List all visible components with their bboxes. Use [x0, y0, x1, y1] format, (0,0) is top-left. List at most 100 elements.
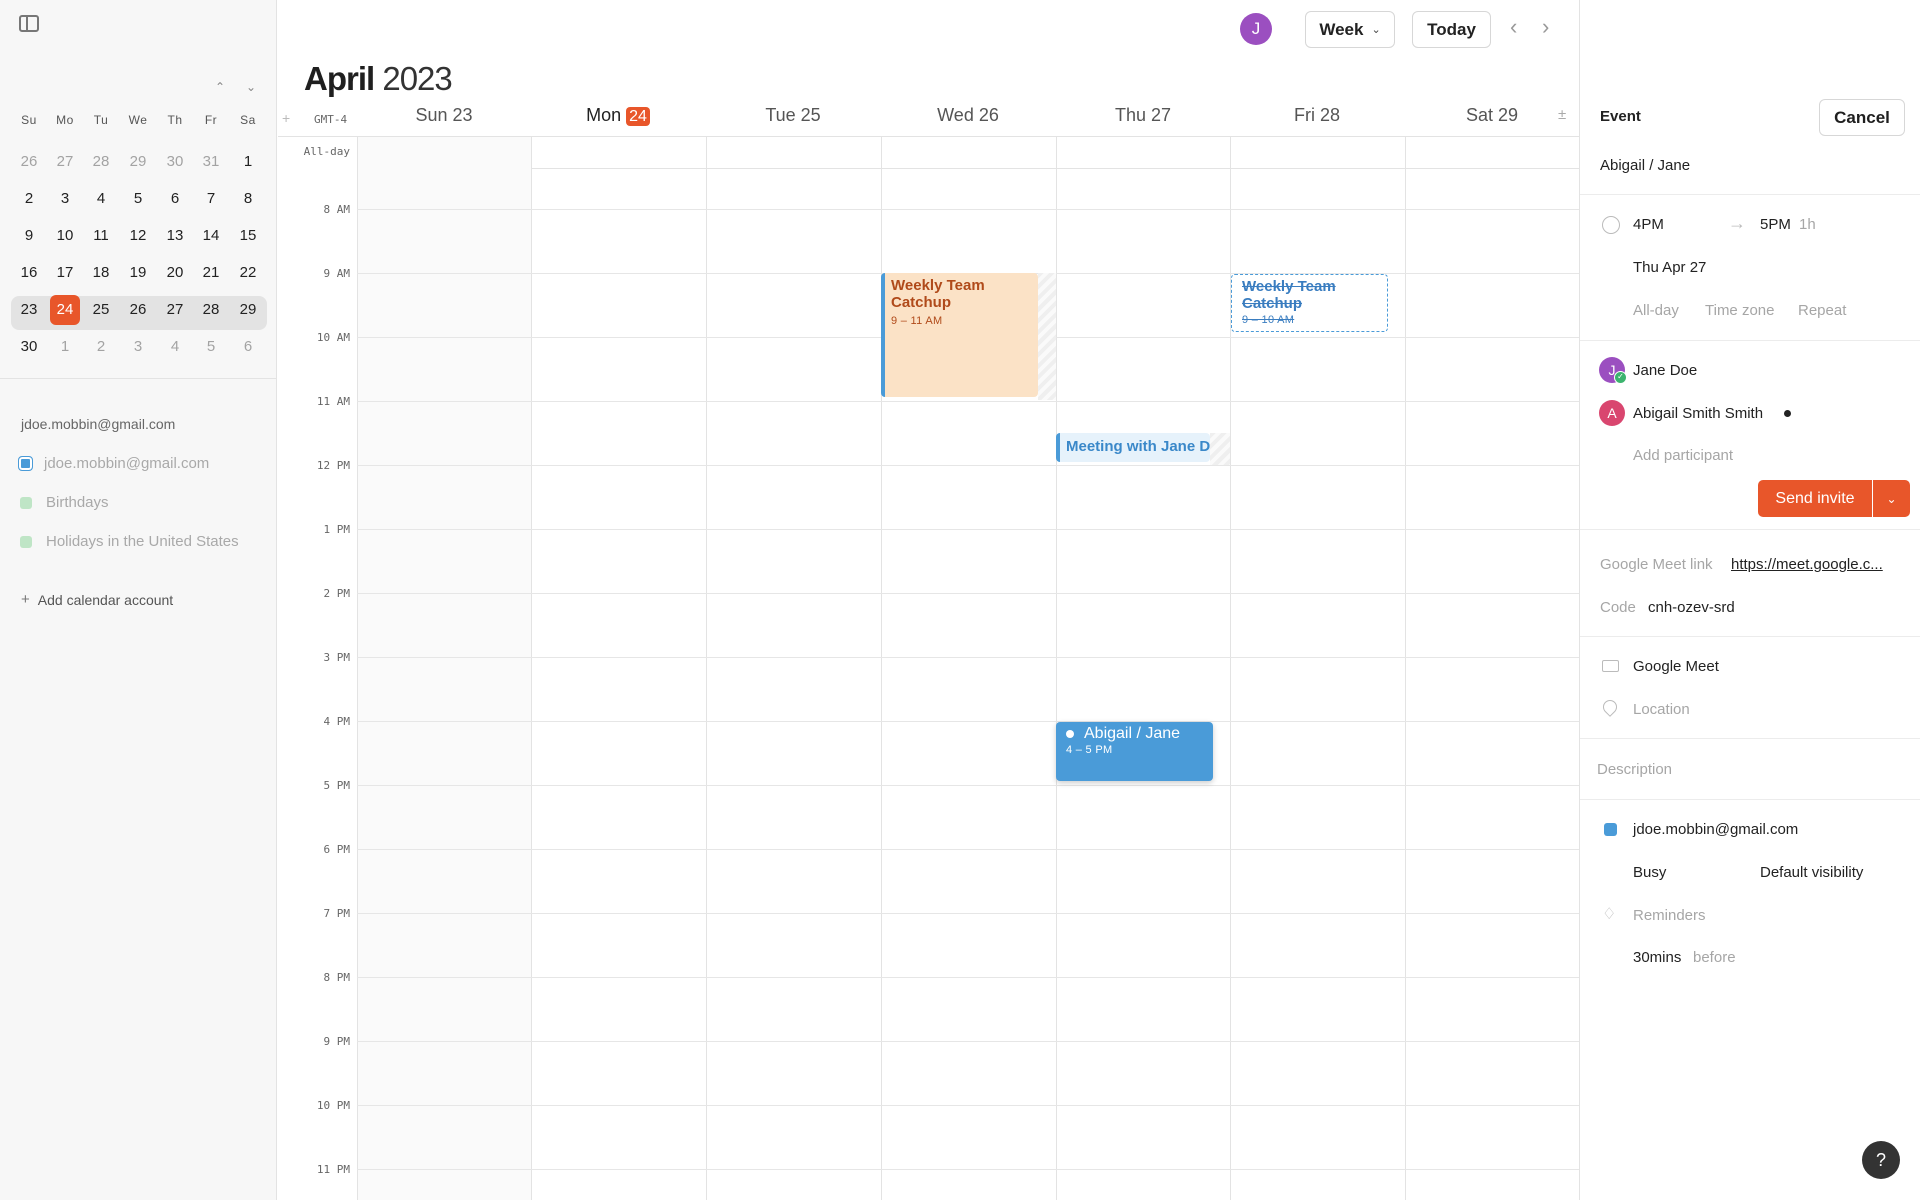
mini-calendar-day[interactable]: 6 — [233, 332, 263, 362]
start-time[interactable]: 4PM — [1633, 216, 1664, 233]
mini-calendar-day[interactable]: 12 — [123, 221, 153, 251]
mini-calendar-day[interactable]: 23 — [14, 295, 44, 325]
mini-calendar-day[interactable]: 2 — [86, 332, 116, 362]
mini-calendar-day[interactable]: 10 — [50, 221, 80, 251]
calendar-item-holidays[interactable]: Holidays in the United States — [18, 533, 239, 550]
mini-calendar-day[interactable]: 29 — [233, 295, 263, 325]
mini-calendar-day[interactable]: 11 — [86, 221, 116, 251]
user-avatar[interactable]: J — [1240, 13, 1272, 45]
mini-calendar-day[interactable]: 4 — [160, 332, 190, 362]
help-button[interactable]: ? — [1862, 1141, 1900, 1179]
previous-week-icon[interactable]: ‹ — [1510, 14, 1517, 40]
mini-calendar-day[interactable]: 29 — [123, 147, 153, 177]
rss-icon[interactable] — [20, 496, 32, 509]
today-button[interactable]: Today — [1412, 11, 1491, 48]
event-weekly-team-catchup-wed[interactable]: Weekly Team Catchup 9 – 11 AM — [881, 273, 1038, 397]
day-header-thu[interactable]: Thu 27 — [1056, 105, 1230, 126]
end-time[interactable]: 5PM — [1760, 216, 1791, 233]
cancel-button-label: Cancel — [1834, 107, 1890, 127]
mini-calendar-day[interactable]: 5 — [196, 332, 226, 362]
mini-calendar-day[interactable]: 3 — [50, 184, 80, 214]
hour-label: 4 PM — [323, 715, 351, 728]
mini-calendar-day[interactable]: 26 — [14, 147, 44, 177]
mini-calendar-day[interactable]: 17 — [50, 258, 80, 288]
mini-calendar-day[interactable]: 13 — [160, 221, 190, 251]
calendar-item-birthdays[interactable]: Birthdays — [18, 494, 109, 511]
meet-link[interactable]: https://meet.google.c... — [1731, 556, 1883, 573]
repeat-button[interactable]: Repeat — [1798, 302, 1846, 319]
send-invite-button[interactable]: Send invite — [1758, 480, 1872, 517]
event-title: Abigail / Jane — [1084, 725, 1181, 742]
event-meeting-with-jane[interactable]: Meeting with Jane D — [1056, 433, 1210, 462]
expand-icon[interactable]: ± — [1558, 106, 1566, 123]
reminder-value[interactable]: 30mins — [1633, 949, 1681, 966]
mini-calendar-day[interactable]: 30 — [160, 147, 190, 177]
mini-calendar-day[interactable]: 27 — [50, 147, 80, 177]
view-selector[interactable]: Week ⌄ — [1305, 11, 1395, 48]
description-input[interactable]: Description — [1597, 761, 1672, 778]
event-date[interactable]: Thu Apr 27 — [1633, 259, 1706, 276]
mini-calendar-day[interactable]: 15 — [233, 221, 263, 251]
chevron-down-icon[interactable]: ⌄ — [246, 80, 256, 94]
day-header-sun[interactable]: Sun 23 — [357, 105, 531, 126]
chevron-up-icon[interactable]: ⌃ — [215, 80, 225, 94]
day-header-fri[interactable]: Fri 28 — [1230, 105, 1404, 126]
hour-label: 6 PM — [323, 843, 351, 856]
reminders-label[interactable]: Reminders — [1633, 907, 1706, 924]
visibility-select[interactable]: Default visibility — [1760, 864, 1863, 881]
next-week-icon[interactable]: › — [1542, 14, 1549, 40]
event-title-input[interactable]: Abigail / Jane — [1600, 157, 1690, 174]
mini-calendar-day[interactable]: 16 — [14, 258, 44, 288]
busy-status[interactable]: Busy — [1633, 864, 1666, 881]
mini-calendar-day[interactable]: 3 — [123, 332, 153, 362]
mini-calendar-day[interactable]: 5 — [123, 184, 153, 214]
day-header-wed[interactable]: Wed 26 — [881, 105, 1055, 126]
mini-calendar-day[interactable]: 8 — [233, 184, 263, 214]
mini-calendar-day[interactable]: 1 — [233, 147, 263, 177]
event-abigail-jane[interactable]: Abigail / Jane 4 – 5 PM — [1056, 722, 1213, 781]
duration: 1h — [1799, 216, 1816, 233]
mini-calendar-day[interactable]: 2 — [14, 184, 44, 214]
mini-calendar-day[interactable]: 4 — [86, 184, 116, 214]
event-time: 4 – 5 PM — [1066, 744, 1113, 756]
mini-calendar-day[interactable]: 6 — [160, 184, 190, 214]
mini-calendar-day[interactable]: 25 — [86, 295, 116, 325]
mini-calendar-day[interactable]: 20 — [160, 258, 190, 288]
mini-calendar-day[interactable]: 7 — [196, 184, 226, 214]
mini-calendar-day[interactable]: 28 — [86, 147, 116, 177]
cancel-button[interactable]: Cancel — [1819, 99, 1905, 136]
today-button-label: Today — [1427, 19, 1476, 39]
mini-calendar-day[interactable]: 24 — [50, 295, 80, 325]
day-header-mon[interactable]: Mon 24 — [531, 105, 705, 126]
hour-line — [357, 977, 1579, 978]
allday-toggle[interactable]: All-day — [1633, 302, 1679, 319]
conference-type[interactable]: Google Meet — [1633, 658, 1719, 675]
mini-calendar-day[interactable]: 31 — [196, 147, 226, 177]
mini-calendar-day[interactable]: 28 — [196, 295, 226, 325]
mini-calendar-day[interactable]: 9 — [14, 221, 44, 251]
add-timezone-icon[interactable]: + — [282, 110, 290, 126]
send-invite-options-button[interactable]: ⌄ — [1873, 480, 1910, 517]
mini-calendar-day[interactable]: 14 — [196, 221, 226, 251]
day-header-tue[interactable]: Tue 25 — [706, 105, 880, 126]
sidebar-toggle-icon[interactable] — [19, 15, 39, 32]
calendar-color-swatch[interactable] — [18, 456, 33, 471]
rss-icon[interactable] — [20, 535, 32, 548]
mini-calendar-day[interactable]: 30 — [14, 332, 44, 362]
add-calendar-account-button[interactable]: + Add calendar account — [21, 591, 173, 608]
mini-calendar-day[interactable]: 26 — [123, 295, 153, 325]
mini-calendar-day[interactable]: 22 — [233, 258, 263, 288]
event-calendar[interactable]: jdoe.mobbin@gmail.com — [1633, 821, 1798, 838]
location-input[interactable]: Location — [1633, 701, 1690, 718]
event-weekly-team-catchup-fri[interactable]: Weekly Team Catchup 9 – 10 AM — [1231, 274, 1388, 332]
day-header-sat[interactable]: Sat 29 — [1405, 105, 1579, 126]
calendar-item-primary[interactable]: jdoe.mobbin@gmail.com — [18, 455, 209, 472]
mini-calendar-day[interactable]: 21 — [196, 258, 226, 288]
mini-calendar-day[interactable]: 19 — [123, 258, 153, 288]
mini-calendar-day[interactable]: 18 — [86, 258, 116, 288]
timezone-button[interactable]: Time zone — [1705, 302, 1774, 319]
mini-calendar-day[interactable]: 27 — [160, 295, 190, 325]
mini-calendar-day[interactable]: 1 — [50, 332, 80, 362]
location-pin-icon — [1600, 697, 1620, 717]
add-participant-input[interactable]: Add participant — [1633, 447, 1733, 464]
